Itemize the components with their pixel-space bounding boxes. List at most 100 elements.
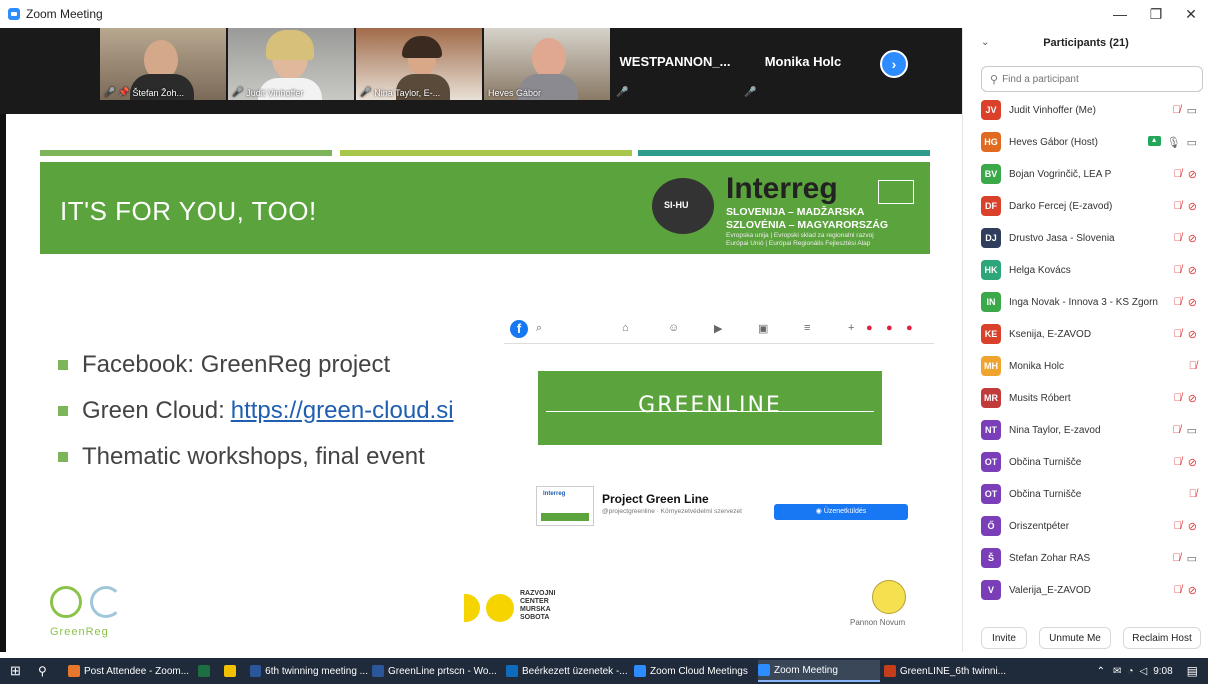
mic-muted-icon: 🎤: [744, 87, 757, 98]
participant-row[interactable]: DF Darko Fercej (E-zavod) 🎙̸ ⊘: [963, 190, 1208, 222]
minimize-button[interactable]: —: [1103, 2, 1137, 26]
rcms-line: CENTER: [520, 598, 549, 605]
participant-row[interactable]: OT Občina Turnišče 🎙̸ ⊘: [963, 446, 1208, 478]
camera-off-icon: ⊘: [1187, 232, 1197, 245]
unmute-me-button[interactable]: Unmute Me: [1039, 627, 1111, 649]
participant-row[interactable]: BV Bojan Vogrinčič, LEA P 🎙̸ ⊘: [963, 158, 1208, 190]
video-tile[interactable]: Heves Gábor: [484, 28, 610, 100]
participant-row[interactable]: Ő Őriszentpéter 🎙̸ ⊘: [963, 510, 1208, 542]
participant-row[interactable]: OT Občina Turnišče 🎙̸: [963, 478, 1208, 510]
taskbar-item[interactable]: [224, 660, 246, 682]
avatar: OT: [981, 452, 1001, 472]
slide-stripe: [40, 150, 332, 156]
participant-search-input[interactable]: [1002, 73, 1193, 85]
video-tile[interactable]: 🎤 📌 Štefan Žoh...: [100, 28, 226, 100]
taskbar-label: Beérkezett üzenetek -...: [522, 665, 628, 677]
participant-status: 🎙̸ ⊘: [1174, 456, 1197, 469]
search-button[interactable]: ⚲: [38, 660, 58, 682]
participant-search[interactable]: ⚲: [981, 66, 1203, 92]
participant-name: Monika Holc: [1009, 360, 1065, 372]
video-tile[interactable]: Monika Holc 🎤: [740, 28, 866, 100]
taskbar-item[interactable]: GreenLine prtscn - Wo...: [372, 660, 502, 682]
taskbar-item[interactable]: Post Attendee - Zoom...: [68, 660, 192, 682]
participant-name: Helga Kovács: [1009, 264, 1071, 276]
chevron-up-icon[interactable]: ⌃: [1097, 666, 1105, 677]
camera-off-icon: ⊘: [1187, 328, 1197, 341]
participant-row[interactable]: KE Ksenija, E-ZAVOD 🎙̸ ⊘: [963, 318, 1208, 350]
camera-off-icon: ⊘: [1187, 200, 1197, 213]
interreg-name: Interreg: [726, 172, 838, 205]
participant-name: Judit Vinhoffer (Me): [1009, 104, 1096, 116]
video-strip: 🎤 📌 Štefan Žoh... 🎤 Judit Vinhoffer 🎤 Ni…: [0, 28, 962, 114]
participant-row[interactable]: NT Nina Taylor, E-zavod 🎙̸ ▭: [963, 414, 1208, 446]
close-button[interactable]: ✕: [1174, 2, 1208, 26]
clock[interactable]: 9:08: [1153, 666, 1172, 677]
network-icon[interactable]: ◔: [1127, 666, 1133, 677]
message-button: ◉ Üzenetküldés: [774, 504, 908, 520]
participant-name: Őriszentpéter: [1009, 520, 1070, 532]
next-page-button[interactable]: ›: [880, 50, 908, 78]
mic-muted-icon: 🎙̸: [1172, 551, 1181, 564]
participant-row[interactable]: JV Judit Vinhoffer (Me) 🎙̸ ▭: [963, 94, 1208, 126]
taskbar-item[interactable]: 6th twinning meeting ...: [250, 660, 368, 682]
taskbar-item[interactable]: Beérkezett üzenetek -...: [506, 660, 630, 682]
avatar: Ő: [981, 516, 1001, 536]
interreg-logo: SI-HU Interreg SLOVENIJA – MADŽARSKA SZL…: [652, 170, 922, 248]
participant-row[interactable]: V Valerija_E-ZAVOD 🎙̸ ⊘: [963, 574, 1208, 606]
panel-footer: Invite Unmute Me Reclaim Host: [963, 624, 1208, 652]
participant-row[interactable]: MH Monika Holc 🎙̸: [963, 350, 1208, 382]
friends-icon: ☺: [668, 322, 680, 334]
invite-button[interactable]: Invite: [981, 627, 1027, 649]
avatar: MR: [981, 388, 1001, 408]
shared-screen: IT'S FOR YOU, TOO! SI-HU Interreg SLOVEN…: [6, 114, 962, 652]
page-name: Project Green Line: [602, 492, 709, 506]
bullet-marker: [58, 452, 68, 462]
system-tray: ⌃ ✉ ◔ ◁ 9:08 ▤: [1097, 658, 1208, 684]
avatar: HK: [981, 260, 1001, 280]
mail-icon[interactable]: ✉: [1113, 666, 1121, 677]
taskbar-item[interactable]: Zoom Cloud Meetings: [634, 660, 754, 682]
reclaim-host-button[interactable]: Reclaim Host: [1123, 627, 1201, 649]
participant-name: Občina Turnišče: [1009, 488, 1082, 500]
mic-icon: 🎙: [1166, 136, 1181, 149]
participant-row[interactable]: HK Helga Kovács 🎙̸ ⊘: [963, 254, 1208, 286]
restore-button[interactable]: ❐: [1139, 2, 1173, 26]
search-icon: ⌕: [536, 322, 543, 334]
tile-name: Monika Holc: [764, 54, 842, 69]
taskbar-item[interactable]: GreenLINE_6th twinni...: [884, 660, 1006, 682]
camera-icon: ▭: [1186, 424, 1197, 437]
start-button[interactable]: ⊞: [10, 660, 30, 682]
taskbar-item[interactable]: Zoom Meeting: [758, 660, 880, 682]
app-icon: [198, 665, 210, 677]
avatar: KE: [981, 324, 1001, 344]
video-tile[interactable]: WESTPANNON_... 🎤: [612, 28, 738, 100]
participant-row[interactable]: IN Inga Novak - Innova 3 - KS Zgorn... 🎙̸ ⊘: [963, 286, 1208, 318]
app-icon: [68, 665, 80, 677]
panel-header: ⌄ Participants (21): [963, 28, 1208, 60]
video-tile[interactable]: 🎤 Judit Vinhoffer: [228, 28, 354, 100]
notifications-icon[interactable]: ▤: [1187, 664, 1198, 678]
video-icon: ▶: [714, 323, 723, 335]
participant-name: Musits Róbert: [1009, 392, 1071, 404]
participant-row[interactable]: DJ Drustvo Jasa - Slovenia 🎙̸ ⊘: [963, 222, 1208, 254]
video-tile[interactable]: 🎤 Nina Taylor, E-...: [356, 28, 482, 100]
participant-status: 🎙̸ ⊘: [1174, 584, 1197, 597]
zoom-window: Zoom Meeting — ❐ ✕ 🎤 📌 Štefan Žoh... 🎤 J…: [0, 0, 1208, 684]
participant-status: 🎙̸ ⊘: [1174, 328, 1197, 341]
participant-row[interactable]: HG Heves Gábor (Host) ▲ 🎙 ▭: [963, 126, 1208, 158]
taskbar-item[interactable]: [198, 660, 220, 682]
interreg-line2: SZLOVÉNIA – MAGYARORSZÁG: [726, 219, 888, 231]
participant-row[interactable]: Š Štefan Žohar RAS 🎙̸ ▭: [963, 542, 1208, 574]
taskbar-label: Post Attendee - Zoom...: [84, 665, 190, 677]
participant-row[interactable]: MR Musits Róbert 🎙̸ ⊘: [963, 382, 1208, 414]
mic-muted-icon: 🎤: [360, 87, 372, 97]
bullet-marker: [58, 406, 68, 416]
mic-muted-icon: 🎙̸: [1173, 583, 1182, 596]
taskbar-label: GreenLine prtscn - Wo...: [388, 665, 497, 677]
green-cloud-link[interactable]: https://green-cloud.si: [231, 397, 454, 425]
title-bar: Zoom Meeting — ❐ ✕: [0, 0, 1208, 28]
app-icon: [372, 665, 384, 677]
taskbar-label: Zoom Cloud Meetings: [650, 665, 748, 677]
greenline-text: GREENLINE: [638, 393, 782, 418]
volume-icon[interactable]: ◁: [1139, 666, 1147, 677]
